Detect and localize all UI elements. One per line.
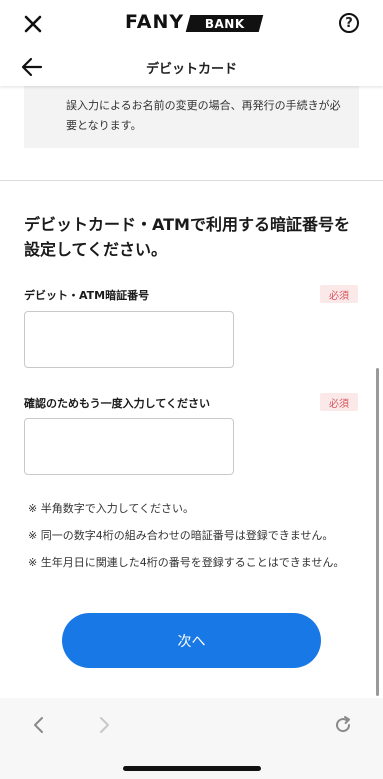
notice-text: 誤入力によるお名前の変更の場合、再発行の手続きが必要となります。 [66, 99, 341, 132]
browser-back-button[interactable] [31, 716, 47, 734]
browser-forward-button[interactable] [96, 716, 112, 734]
pin-field-label: デビット・ATM暗証番号 [24, 289, 150, 302]
logo-bank-badge: BANK [185, 15, 264, 32]
chevron-right-icon [100, 717, 109, 733]
close-icon [24, 15, 42, 33]
note-same-digits: ※ 同一の数字4桁の組み合わせの暗証番号は登録できません。 [28, 529, 334, 542]
note-halfwidth: ※ 半角数字で入力してください。 [28, 502, 195, 515]
reload-icon [336, 716, 351, 733]
help-icon: ? [345, 15, 353, 31]
scrollbar[interactable] [376, 368, 379, 696]
sub-header: デビットカード [0, 48, 383, 86]
section-divider [0, 180, 383, 181]
notice-box: 誤入力によるお名前の変更の場合、再発行の手続きが必要となります。 [24, 86, 359, 148]
confirm-field-label: 確認のためもう一度入力してください [24, 397, 211, 410]
close-button[interactable] [20, 11, 46, 37]
note-birthdate: ※ 生年月日に関連した4桁の番号を登録することはできません。 [28, 556, 345, 569]
help-button[interactable]: ? [339, 13, 359, 33]
required-badge: 必須 [320, 393, 358, 411]
browser-reload-button[interactable] [333, 715, 353, 735]
home-indicator[interactable] [123, 766, 261, 771]
pin-input[interactable] [24, 311, 234, 368]
next-button[interactable]: 次へ [62, 613, 321, 668]
confirm-pin-input[interactable] [24, 418, 234, 475]
required-badge: 必須 [320, 285, 358, 303]
app-header: FANY BANK ? [0, 0, 383, 48]
fany-bank-logo: FANY BANK [125, 11, 265, 37]
page-title: デビットカード [145, 62, 237, 77]
form-heading: デビットカード・ATMで利用する暗証番号を設定してください。 [24, 215, 350, 259]
logo-wordmark: FANY [125, 11, 185, 33]
chevron-left-icon [34, 717, 43, 733]
logo-bank-text: BANK [204, 16, 245, 31]
